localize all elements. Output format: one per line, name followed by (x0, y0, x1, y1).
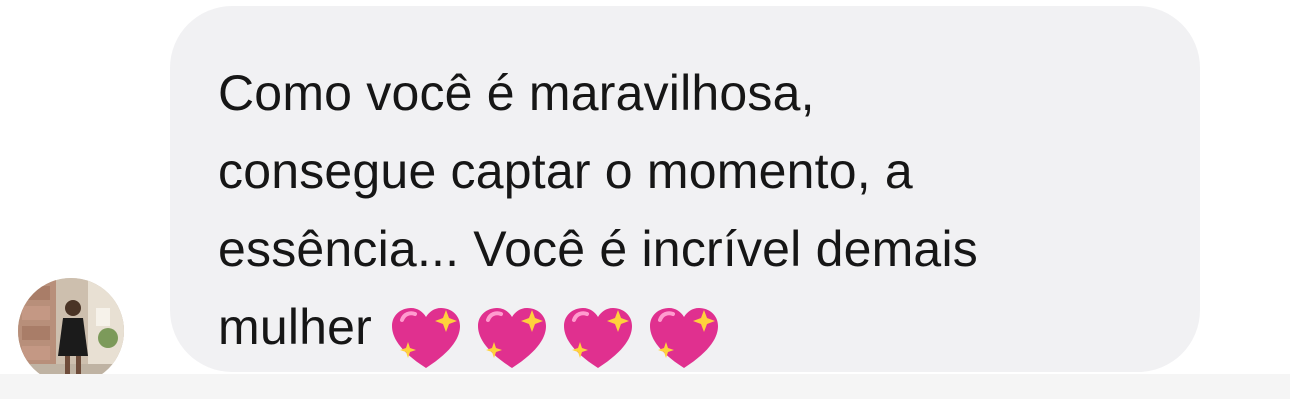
message-line: essência... Você é incrível demais (218, 221, 978, 277)
bottom-strip (0, 374, 1290, 399)
avatar-photo (18, 278, 124, 384)
message-line: Como você é maravilhosa, (218, 65, 815, 121)
message-bubble[interactable]: Como você é maravilhosa, consegue captar… (170, 6, 1200, 372)
message-line: mulher (218, 299, 373, 355)
sparkling-heart-icon (388, 306, 464, 372)
message-text: Como você é maravilhosa, consegue captar… (218, 54, 1178, 374)
sparkling-heart-icon (474, 306, 550, 372)
sparkling-heart-icon (560, 306, 636, 372)
sparkling-heart-icon (646, 306, 722, 372)
message-line: consegue captar o momento, a (218, 143, 913, 199)
chat-view: Como você é maravilhosa, consegue captar… (0, 0, 1290, 399)
sender-avatar[interactable] (18, 278, 124, 384)
emoji-group (388, 296, 732, 374)
